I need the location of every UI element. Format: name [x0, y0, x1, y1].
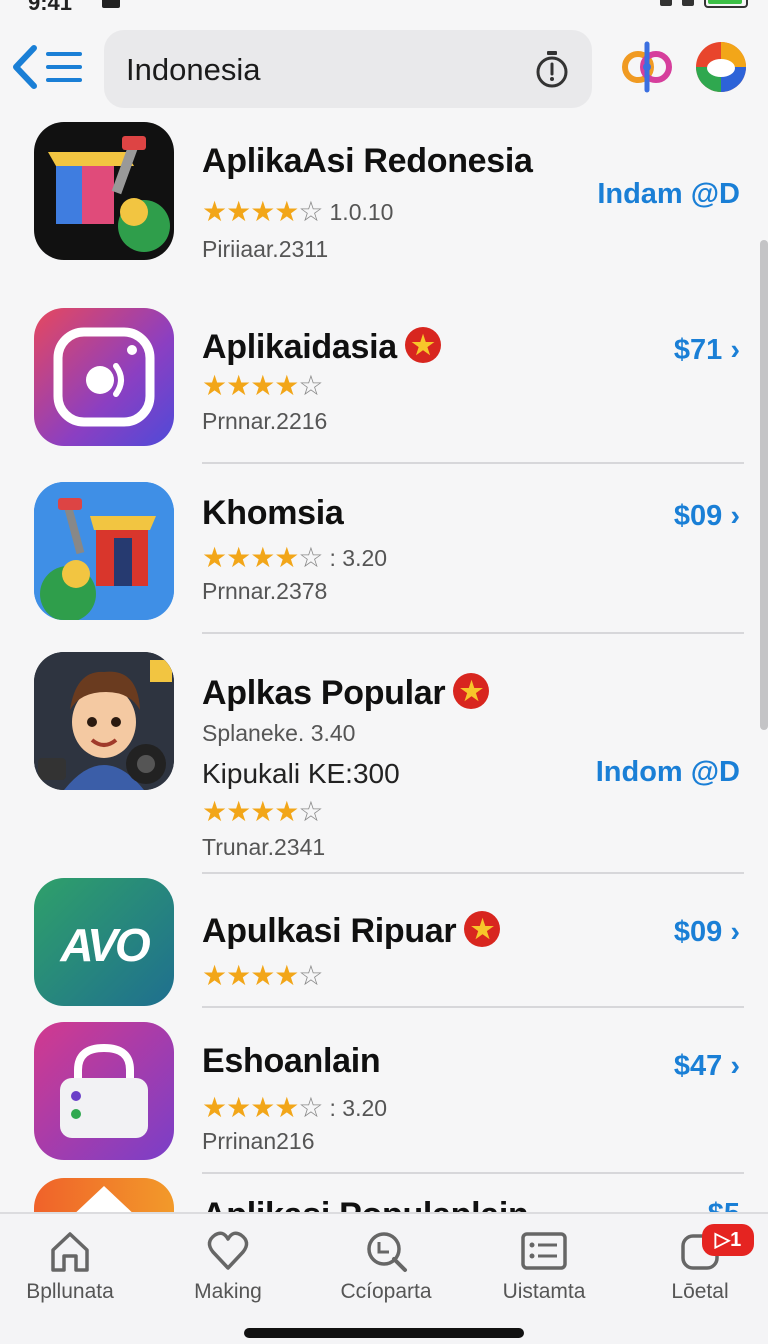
divider: [202, 1006, 744, 1008]
app-icon-character: [34, 652, 174, 790]
app-name: Khomsia: [202, 494, 344, 532]
app-icon-lock: [34, 1022, 174, 1160]
rating-text: 1.0.10: [329, 198, 394, 225]
rating-stars: ★★★★ ☆ : 3.20: [202, 1092, 388, 1123]
battery-icon: [704, 0, 748, 8]
app-name: Apulkasi Ripuar: [202, 912, 457, 950]
list-item[interactable]: AplikaAsi Redonesia ★★★★ ☆ 1.0.10 Piriiaa…: [0, 112, 768, 274]
divider: [202, 872, 744, 874]
rating-text: : 3.20: [329, 544, 388, 571]
back-chevron-icon: [13, 45, 82, 89]
status-indicators: [660, 0, 748, 8]
app-icon-text: AVO: [60, 919, 150, 971]
search-input[interactable]: Indonesia: [104, 30, 592, 108]
notification-badge: ▷1: [702, 1224, 754, 1256]
get-button[interactable]: $5: [708, 1198, 740, 1212]
heart-icon: [207, 1231, 249, 1270]
app-icon-builder: [34, 482, 174, 620]
list-item[interactable]: AVO Apulkasi Ripuar ★ ★★★★ ☆ $09 ›: [0, 878, 768, 1008]
app-subtitle: Prnnar.2378: [202, 578, 328, 604]
rating-stars: ★★★★ ☆ : 3.20: [202, 542, 388, 573]
get-button[interactable]: $09 ›: [674, 500, 740, 533]
app-subtitle: Prrinan216: [202, 1128, 315, 1154]
app-name-wrap: Aplikaidasia ★: [202, 327, 441, 367]
app-subtitle: Prnnar.2216: [202, 408, 328, 434]
app-results-list: AplikaAsi Redonesia ★★★★ ☆ 1.0.10 Piriiaa…: [0, 112, 768, 1212]
status-time: 9:41: [28, 0, 73, 14]
app-icon-blocks: [34, 122, 174, 260]
get-button[interactable]: Indam @D: [597, 178, 740, 211]
get-button[interactable]: Indom @D: [596, 756, 740, 789]
search-header: Indonesia: [0, 28, 768, 112]
app-name: Eshoanlain: [202, 1042, 381, 1080]
tab-label: Uistamta: [502, 1280, 586, 1303]
star-badge-icon: ★: [464, 911, 501, 948]
get-button[interactable]: $47 ›: [674, 1050, 740, 1083]
app-name: AplikaAsi Redonesia: [202, 142, 533, 180]
status-app-icon: [102, 0, 120, 8]
tab-updates[interactable]: Lōetal ▷1: [640, 1224, 760, 1304]
list-item[interactable]: Aplkas Popular ★ Splaneke. 3.40 Kipukali …: [0, 642, 768, 874]
app-icon-camera: [34, 308, 174, 446]
status-bar: 9:41: [0, 0, 768, 14]
tab-list[interactable]: Uistamta: [484, 1228, 604, 1304]
scrollbar[interactable]: [760, 240, 768, 730]
list-item[interactable]: Aplikaidasia ★ ★★★★ ☆ Prnnar.2216 $71 ›: [0, 302, 768, 464]
list-item[interactable]: Khomsia ★★★★ ☆ : 3.20 Prnnar.2378 $09 ›: [0, 472, 768, 634]
account-avatar-icon[interactable]: [694, 40, 748, 94]
rating-stars: ★★★★ ☆: [202, 370, 324, 401]
app-name-wrap: Aplkas Popular ★: [202, 673, 490, 713]
app-subtitle: Trunar.2341: [202, 834, 326, 860]
home-icon: [51, 1232, 89, 1272]
app-icon-avo: AVO: [34, 878, 174, 1006]
app-name-wrap: Apulkasi Ripuar ★: [202, 911, 501, 951]
rating-stars: ★★★★ ☆: [202, 796, 324, 827]
rating-text: : 3.20: [329, 1094, 388, 1121]
rating-stars: ★★★★ ☆: [202, 960, 324, 991]
get-button[interactable]: $09 ›: [674, 916, 740, 949]
app-name: Aplikaidasia: [202, 328, 397, 366]
tab-label: Bpllunata: [26, 1280, 114, 1303]
signal-icon: [660, 0, 672, 6]
tab-making[interactable]: Making: [168, 1228, 288, 1304]
list-item[interactable]: Eshoanlain ★★★★ ☆ : 3.20 Prrinan216 $47 ›: [0, 1016, 768, 1178]
tab-label: Making: [194, 1280, 262, 1303]
tab-label: Ccíoparta: [340, 1280, 432, 1303]
back-menu-button[interactable]: [10, 44, 86, 90]
rating-stars: ★★★★ ☆ 1.0.10: [202, 196, 394, 227]
tab-label: Lōetal: [671, 1280, 729, 1303]
tab-home[interactable]: Bpllunata: [10, 1228, 130, 1304]
search-icon: [367, 1232, 407, 1272]
get-button[interactable]: $71 ›: [674, 334, 740, 367]
app-name: Aplikasi Populaplain: [202, 1196, 529, 1212]
app-icon-partial: [34, 1178, 174, 1212]
wifi-icon: [682, 0, 694, 6]
home-indicator[interactable]: [244, 1328, 524, 1338]
divider: [202, 462, 744, 464]
list-icon: [521, 1232, 567, 1270]
ar-glasses-icon[interactable]: [620, 40, 674, 94]
app-extra-line: Kipukali KE:300: [202, 758, 400, 789]
star-badge-icon: ★: [453, 673, 490, 710]
app-name: Aplkas Popular: [202, 674, 446, 712]
tab-search[interactable]: Ccíoparta: [326, 1228, 446, 1304]
timer-icon[interactable]: [534, 50, 570, 88]
app-subtitle: Piriiaar.2311: [202, 236, 329, 262]
search-query: Indonesia: [126, 52, 261, 87]
tab-bar: Bpllunata Making Ccíoparta Uistamta Lōet…: [0, 1212, 768, 1344]
list-item[interactable]: Aplikasi Populaplain $5: [0, 1174, 768, 1212]
star-badge-icon: ★: [404, 327, 441, 364]
divider: [202, 632, 744, 634]
badge-count: 1: [730, 1229, 742, 1251]
app-extra-line: Splaneke. 3.40: [202, 720, 356, 746]
